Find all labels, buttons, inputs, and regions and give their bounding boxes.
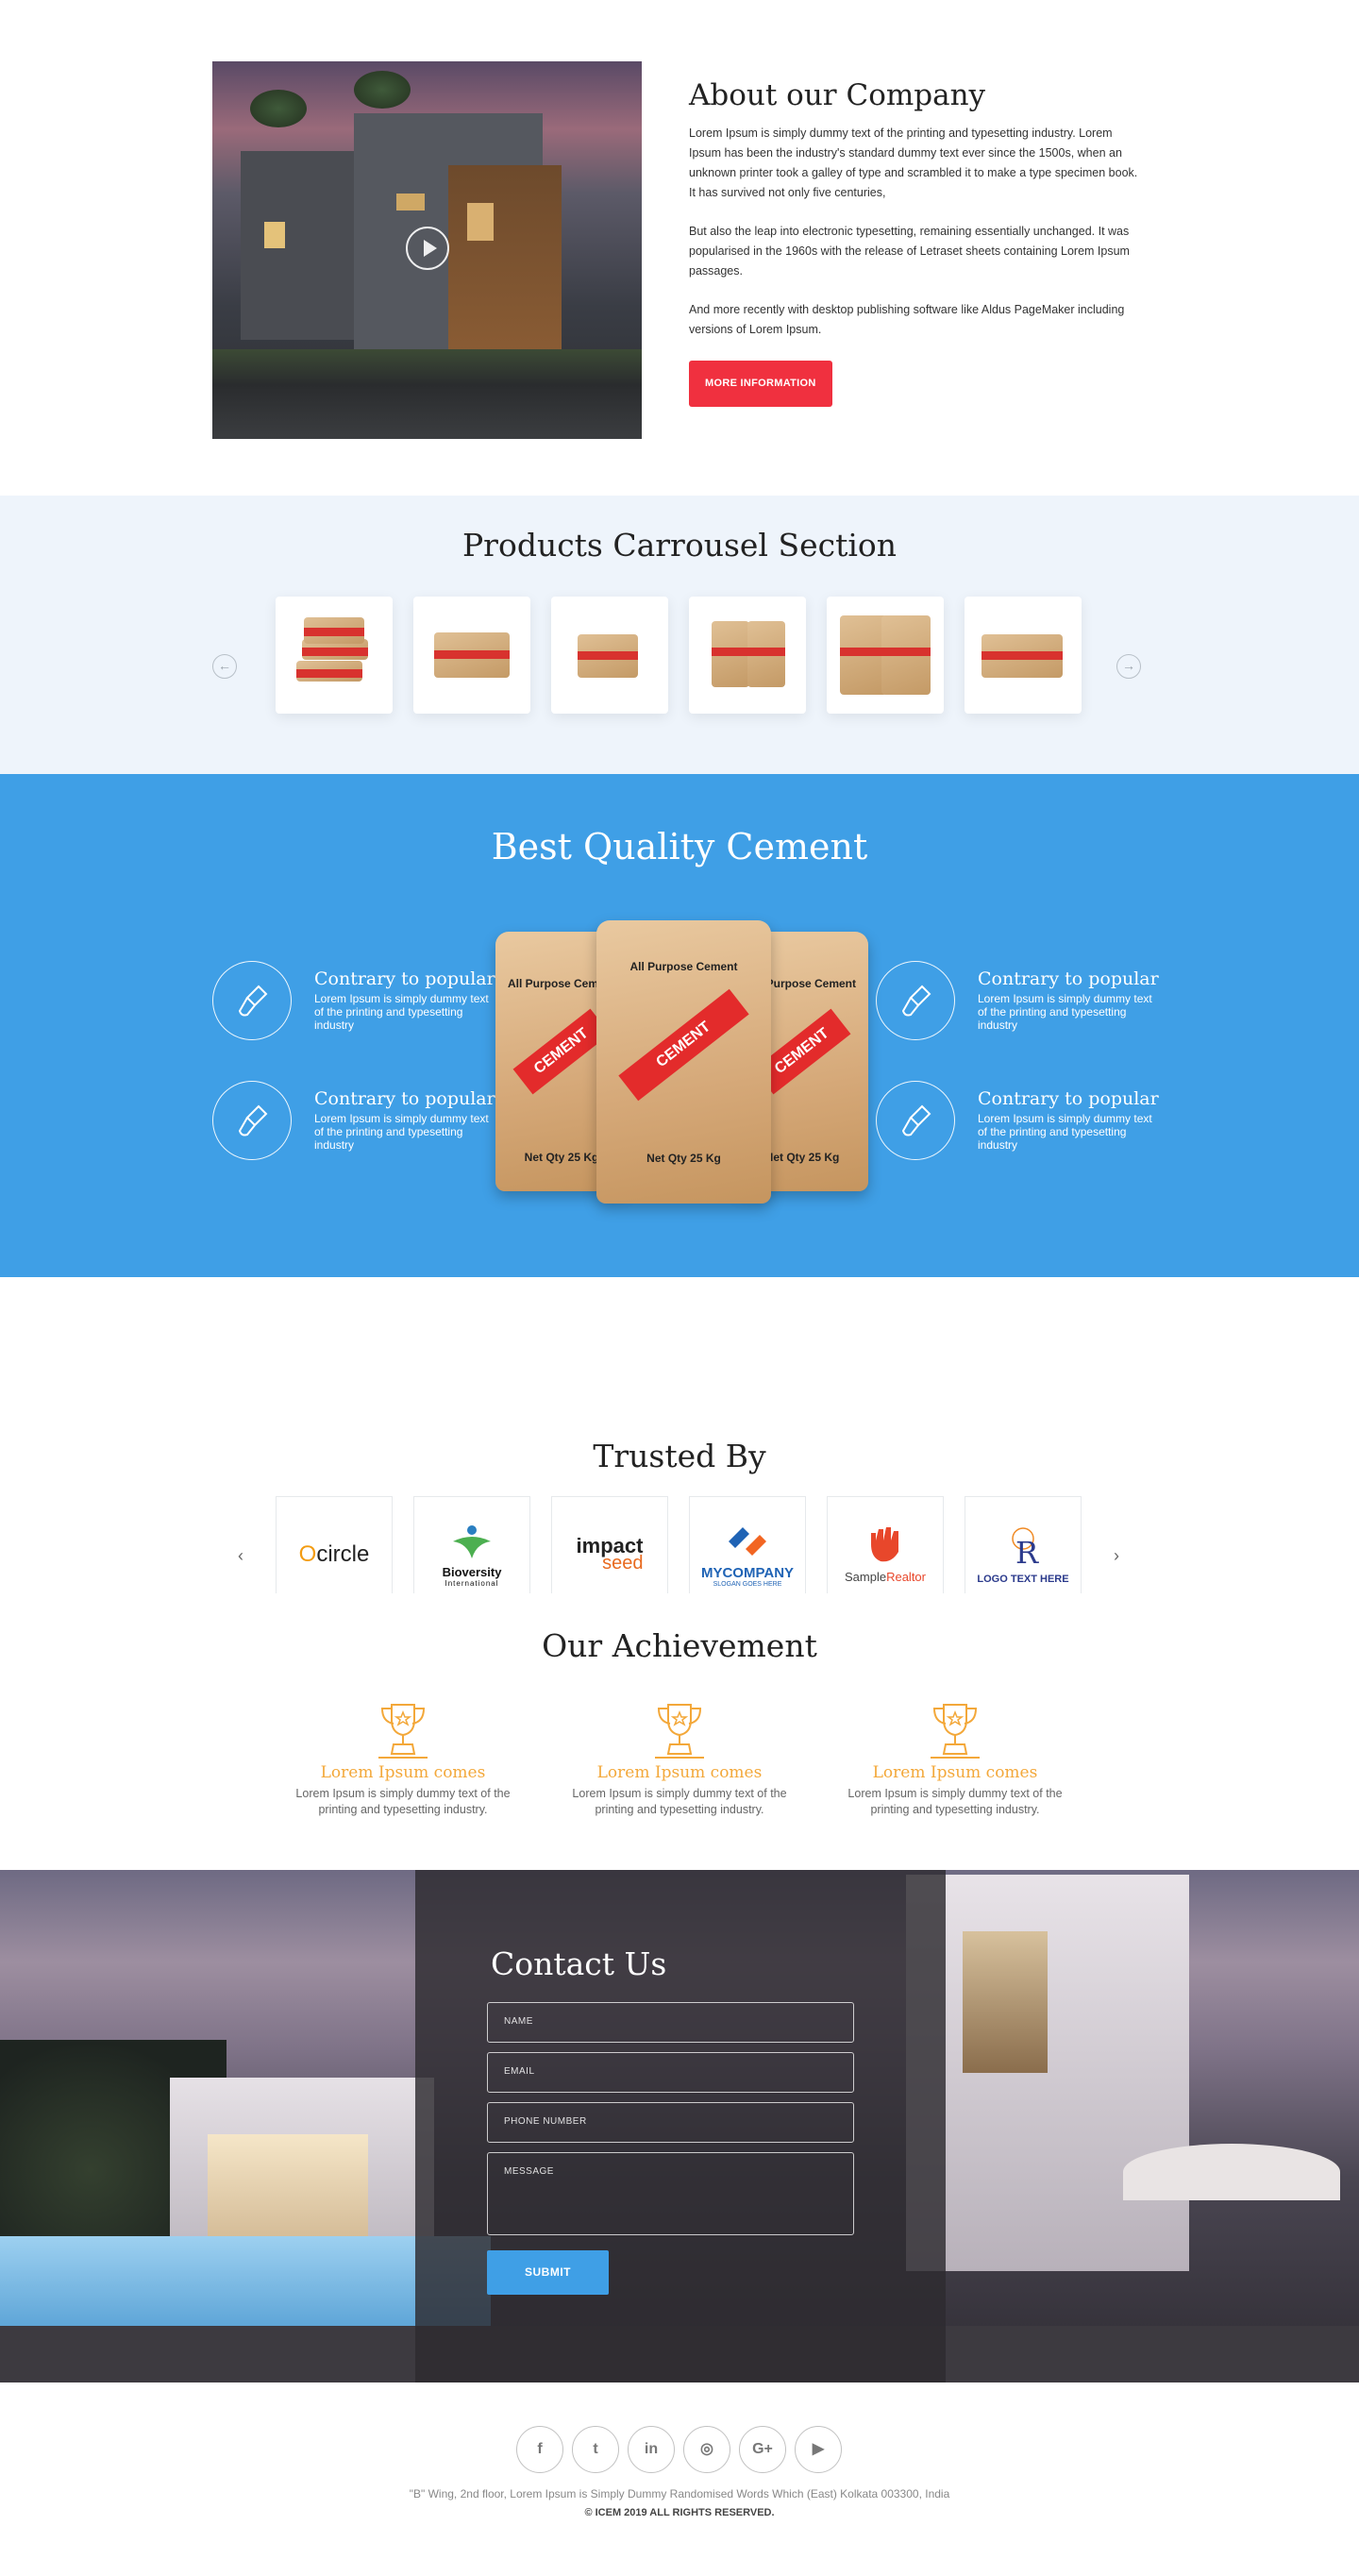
hand-house-icon xyxy=(871,1527,898,1562)
trowel-icon xyxy=(212,1081,292,1160)
email-field[interactable]: EMAIL xyxy=(487,2052,854,2093)
best-quality-section: Best Quality Cement Contrary to popular … xyxy=(0,774,1359,1277)
product-card[interactable] xyxy=(689,597,806,714)
feature-text: Lorem Ipsum is simply dummy text of the … xyxy=(978,992,1152,1032)
cement-bag xyxy=(578,634,638,678)
achievement-heading: Lorem Ipsum comes xyxy=(320,1763,486,1782)
phone-field[interactable]: PHONE NUMBER xyxy=(487,2102,854,2143)
svg-text:R: R xyxy=(1015,1535,1039,1569)
achievement-title: Our Achievement xyxy=(542,1627,817,1664)
google-plus-icon[interactable]: G+ xyxy=(739,2426,786,2473)
contact-title: Contact Us xyxy=(491,1945,667,1982)
feature-text: Lorem Ipsum is simply dummy text of the … xyxy=(314,1112,489,1152)
achievement-heading: Lorem Ipsum comes xyxy=(596,1763,763,1782)
youtube-icon[interactable]: ▶ xyxy=(795,2426,842,2473)
quality-title: Best Quality Cement xyxy=(491,826,868,867)
about-paragraph: And more recently with desktop publishin… xyxy=(689,303,1125,336)
achievement-heading: Lorem Ipsum comes xyxy=(872,1763,1038,1782)
contact-section: Contact Us NAME EMAIL PHONE NUMBER MESSA… xyxy=(0,1870,1359,2382)
mycompany-mark-icon xyxy=(729,1526,766,1556)
about-section: About our Company Lorem Ipsum is simply … xyxy=(0,0,1359,496)
achievement-section: Our Achievement Lorem Ipsum comes Lorem … xyxy=(0,1593,1359,1870)
about-image xyxy=(212,61,642,439)
footer: f t in ◎ G+ ▶ "B" Wing, 2nd floor, Lorem Ipsu… xyxy=(0,2382,1359,2536)
trophy-icon xyxy=(931,1704,980,1759)
feature-title: Contrary to popular xyxy=(314,968,495,989)
product-card[interactable] xyxy=(965,597,1082,714)
cement-bag xyxy=(747,621,785,687)
products-title: Products Carrousel Section xyxy=(461,527,898,564)
trowel-icon xyxy=(876,961,955,1040)
trophy-icon xyxy=(378,1704,428,1759)
social-links: f t in ◎ G+ ▶ xyxy=(516,2426,842,2473)
feature-title: Contrary to popular xyxy=(314,1088,495,1109)
cement-bag xyxy=(982,634,1063,678)
message-field[interactable]: MESSAGE xyxy=(487,2152,854,2235)
arrow-left-icon[interactable]: ← xyxy=(212,654,237,679)
bioversity-mark-icon xyxy=(453,1524,491,1558)
more-information-button[interactable]: MORE INFORMATION xyxy=(689,361,832,407)
facebook-icon[interactable]: f xyxy=(516,2426,563,2473)
cement-bag xyxy=(881,615,931,695)
palm-tree xyxy=(250,90,307,127)
about-paragraph: But also the leap into electronic typese… xyxy=(689,225,1130,278)
cement-bag xyxy=(296,661,362,682)
product-card[interactable] xyxy=(827,597,944,714)
trophy-icon xyxy=(655,1704,704,1759)
cement-bags-image: All Purpose Cement CEMENT Net Qty 25 Kg … xyxy=(491,920,878,1204)
cement-bag xyxy=(304,617,364,644)
trusted-by-section: Trusted By ‹ Ocircle Bioversity Internat… xyxy=(0,1277,1359,1613)
footer-address: "B" Wing, 2nd floor, Lorem Ipsum is Simp… xyxy=(409,2487,950,2500)
feature-text: Lorem Ipsum is simply dummy text of the … xyxy=(978,1112,1152,1152)
about-paragraph: Lorem Ipsum is simply dummy text of the … xyxy=(689,126,1138,199)
achievement-text: Lorem Ipsum is simply dummy text of the … xyxy=(847,1787,1063,1816)
products-carousel xyxy=(276,597,1082,714)
name-field[interactable]: NAME xyxy=(487,2002,854,2043)
arrow-right-icon[interactable]: → xyxy=(1116,654,1141,679)
cement-bag xyxy=(840,615,887,695)
house-background xyxy=(906,1875,1189,2271)
page: About our Company Lorem Ipsum is simply … xyxy=(0,0,1359,2536)
products-carousel-section: Products Carrousel Section ← → xyxy=(0,496,1359,774)
achievement-item: Lorem Ipsum comes Lorem Ipsum is simply … xyxy=(276,1701,530,1818)
cement-bag xyxy=(434,632,510,678)
achievement-item: Lorem Ipsum comes Lorem Ipsum is simply … xyxy=(552,1701,807,1818)
linkedin-icon[interactable]: in xyxy=(628,2426,675,2473)
r-monogram-icon: R xyxy=(1012,1526,1039,1571)
chevron-left-icon[interactable]: ‹ xyxy=(238,1546,243,1566)
cement-bag xyxy=(712,621,749,687)
achievement-item: Lorem Ipsum comes Lorem Ipsum is simply … xyxy=(828,1701,1082,1818)
achievement-text: Lorem Ipsum is simply dummy text of the … xyxy=(572,1787,787,1816)
instagram-icon[interactable]: ◎ xyxy=(683,2426,730,2473)
feature-text: Lorem Ipsum is simply dummy text of the … xyxy=(314,992,489,1032)
play-icon[interactable] xyxy=(406,227,449,270)
about-title: About our Company xyxy=(689,78,986,112)
cement-bag: All Purpose Cement CEMENT Net Qty 25 Kg xyxy=(596,920,771,1204)
palm-tree xyxy=(354,71,411,109)
twitter-icon[interactable]: t xyxy=(572,2426,619,2473)
submit-button[interactable]: SUBMIT xyxy=(487,2250,609,2295)
feature-title: Contrary to popular xyxy=(978,1088,1159,1109)
footer-copyright: © ICEM 2019 ALL RIGHTS RESERVED. xyxy=(584,2507,775,2518)
feature-title: Contrary to popular xyxy=(978,968,1159,989)
chevron-right-icon[interactable]: › xyxy=(1114,1546,1119,1566)
trusted-title: Trusted By xyxy=(593,1438,766,1474)
product-card[interactable] xyxy=(551,597,668,714)
trowel-icon xyxy=(212,961,292,1040)
achievement-text: Lorem Ipsum is simply dummy text of the … xyxy=(295,1787,511,1816)
product-card[interactable] xyxy=(413,597,530,714)
trowel-icon xyxy=(876,1081,955,1160)
about-content: About our Company Lorem Ipsum is simply … xyxy=(689,78,1147,407)
umbrella xyxy=(1123,2144,1340,2200)
product-card[interactable] xyxy=(276,597,393,714)
